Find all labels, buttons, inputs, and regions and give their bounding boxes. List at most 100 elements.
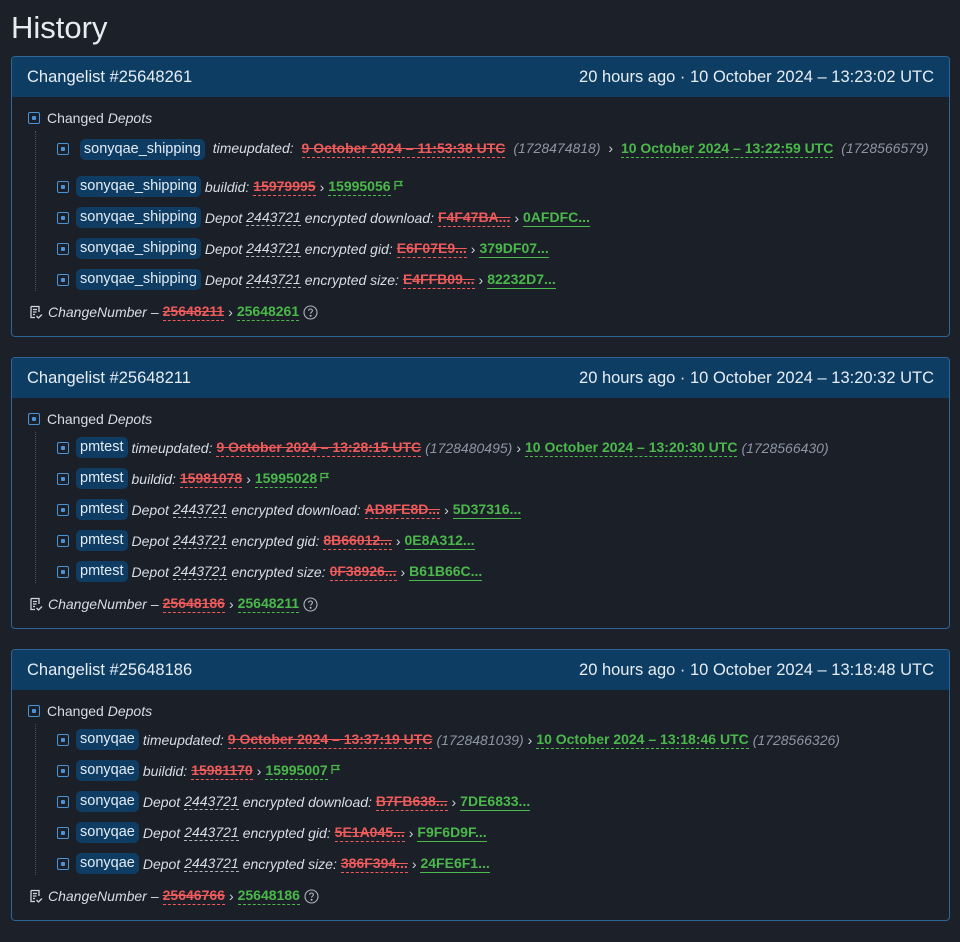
old-timestamp: (1728481039) <box>436 731 524 748</box>
entry-encrypted-size: sonyqae_shipping Depot 2443721 encrypted… <box>55 264 949 295</box>
question-circle-icon[interactable] <box>303 596 318 612</box>
depot-id-link[interactable]: 2443721 <box>246 271 301 288</box>
arrow: › <box>408 824 414 841</box>
app-tag[interactable]: sonyqae <box>76 760 139 781</box>
entry-buildid: sonyqae_shipping buildid: 15979995 › 159… <box>55 171 949 202</box>
document-check-icon <box>28 304 44 320</box>
key-label: encrypted download: <box>231 501 361 518</box>
old-value: 0F38926... <box>329 562 397 581</box>
question-circle-icon[interactable] <box>304 888 319 904</box>
old-value: 15981078 <box>179 469 243 488</box>
new-value: 10 October 2024 – 13:22:59 UTC <box>620 140 834 158</box>
changelist-timestamp: 20 hours ago · 10 October 2024 – 13:20:3… <box>579 368 934 387</box>
entry-encrypted-size: pmtest Depot 2443721 encrypted size: 0F3… <box>55 556 949 587</box>
depot-id-link[interactable]: 2443721 <box>184 855 239 872</box>
depot-id-link[interactable]: 2443721 <box>246 240 301 257</box>
depot-id-link[interactable]: 2443721 <box>172 563 228 580</box>
old-timestamp: (1728474818) <box>513 140 601 156</box>
depot-label: Depot <box>204 209 243 226</box>
app-tag[interactable]: sonyqae <box>76 853 139 874</box>
new-changenumber-link[interactable]: 25648261 <box>236 303 300 321</box>
app-tag[interactable]: sonyqae <box>76 822 139 843</box>
arrow: › <box>228 304 233 320</box>
entry-timeupdated: pmtest timeupdated: 9 October 2024 – 13:… <box>55 432 949 463</box>
changelist-body: Changed Depots sonyqae timeupdated: 9 Oc… <box>12 690 949 920</box>
key-label: buildid: <box>142 762 188 779</box>
depot-label: Depot <box>204 271 243 288</box>
app-tag[interactable]: sonyqae <box>76 729 139 750</box>
old-value: AD8FE8D... <box>364 500 441 519</box>
app-tag[interactable]: pmtest <box>76 437 128 458</box>
new-value: 0E8A312... <box>404 531 475 550</box>
square-node-icon <box>57 826 69 839</box>
square-node-icon <box>57 472 69 485</box>
old-changenumber-link[interactable]: 25646766 <box>162 887 225 905</box>
app-tag[interactable]: sonyqae_shipping <box>79 139 205 160</box>
key-label: timeupdated: <box>131 439 213 456</box>
square-node-icon <box>57 565 69 578</box>
new-value: 0AFDFC... <box>523 208 590 227</box>
app-tag[interactable]: pmtest <box>76 468 128 489</box>
app-tag[interactable]: sonyqae_shipping <box>76 176 201 197</box>
depot-id-link[interactable]: 2443721 <box>172 501 228 518</box>
flag-icon <box>393 180 404 194</box>
arrow: › <box>470 240 476 257</box>
app-tag[interactable]: sonyqae_shipping <box>76 269 201 290</box>
changelist-link[interactable]: Changelist #25648261 <box>27 68 192 87</box>
depot-id-link[interactable]: 2443721 <box>184 824 239 841</box>
entry-encrypted-download: pmtest Depot 2443721 encrypted download:… <box>55 494 949 525</box>
key-label: encrypted download: <box>242 793 372 810</box>
entry-encrypted-gid: sonyqae_shipping Depot 2443721 encrypted… <box>55 233 949 264</box>
square-node-icon <box>57 211 69 224</box>
document-check-icon <box>28 596 44 612</box>
square-node-icon <box>57 503 69 516</box>
new-value-link[interactable]: 15995056 <box>328 178 391 196</box>
square-node-icon <box>57 764 69 777</box>
new-changenumber-link[interactable]: 25648186 <box>237 887 300 905</box>
entry-encrypted-gid: pmtest Depot 2443721 encrypted gid: 8B66… <box>55 525 949 556</box>
new-value: 379DF07... <box>479 239 549 258</box>
depots-label: Depots <box>107 110 153 126</box>
key-label: encrypted size: <box>304 271 399 288</box>
new-timestamp: (1728566430) <box>741 439 829 456</box>
changed-depots-heading: Changed Depots <box>28 406 949 432</box>
new-value: 24FE6F1... <box>420 854 490 873</box>
app-tag[interactable]: sonyqae_shipping <box>76 207 201 228</box>
question-circle-icon[interactable] <box>303 304 318 320</box>
dash: – <box>150 596 159 612</box>
arrow: › <box>395 532 401 549</box>
changed-label: Changed <box>47 411 104 427</box>
depot-label: Depot <box>142 793 181 810</box>
depot-id-link[interactable]: 2443721 <box>246 209 301 226</box>
square-node-icon <box>57 273 69 286</box>
flag-icon <box>331 764 341 778</box>
changelist-link[interactable]: Changelist #25648211 <box>27 369 191 388</box>
old-changenumber-link[interactable]: 25648186 <box>162 595 225 613</box>
old-value: 5E1A045... <box>334 823 405 842</box>
page-title: History <box>11 10 108 45</box>
app-tag[interactable]: pmtest <box>76 499 128 520</box>
square-node-icon <box>57 441 69 454</box>
new-value-link[interactable]: 15995007 <box>265 762 328 780</box>
app-tag[interactable]: pmtest <box>76 561 128 582</box>
old-value: 15981170 <box>191 761 253 780</box>
new-value: 5D37316... <box>452 500 522 519</box>
app-tag[interactable]: sonyqae_shipping <box>76 238 201 259</box>
new-changenumber-link[interactable]: 25648211 <box>237 595 300 613</box>
changelist-header: Changelist #25648261 20 hours ago · 10 O… <box>12 57 949 97</box>
key-label: encrypted gid: <box>304 240 393 257</box>
new-value-link[interactable]: 15995028 <box>254 470 318 488</box>
app-tag[interactable]: pmtest <box>76 530 128 551</box>
old-changenumber-link[interactable]: 25648211 <box>162 303 225 321</box>
key-label: encrypted download: <box>304 209 434 226</box>
key-label: buildid: <box>204 178 250 195</box>
depot-id-link[interactable]: 2443721 <box>184 793 239 810</box>
depot-id-link[interactable]: 2443721 <box>172 532 228 549</box>
changelist-header: Changelist #25648186 20 hours ago · 10 O… <box>12 650 949 690</box>
depot-label: Depot <box>142 824 181 841</box>
app-tag[interactable]: sonyqae <box>76 791 139 812</box>
old-value: E6F07E9... <box>396 239 467 258</box>
changelist-body: Changed Depots pmtest timeupdated: 9 Oct… <box>12 398 949 628</box>
changelist-link[interactable]: Changelist #25648186 <box>27 661 192 680</box>
old-timestamp: (1728480495) <box>425 439 513 456</box>
